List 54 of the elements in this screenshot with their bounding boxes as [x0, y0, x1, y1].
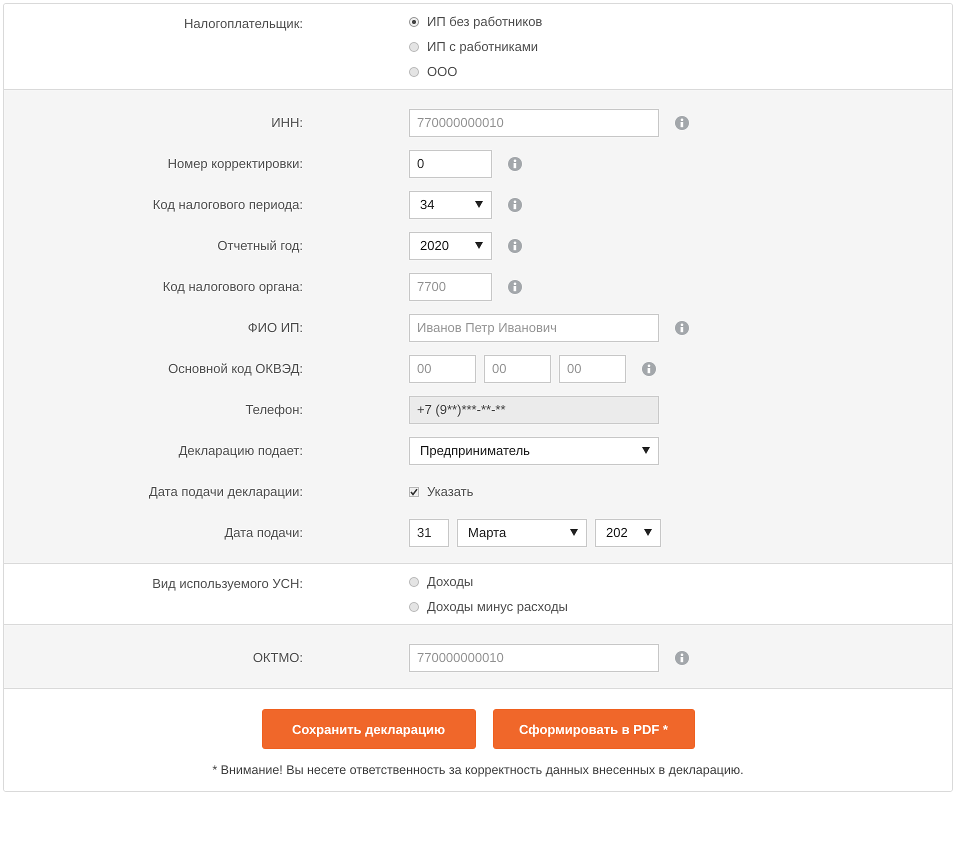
- field-label: Дата подачи декларации:: [148, 484, 303, 499]
- radio-label: ООО: [427, 64, 458, 79]
- info-icon[interactable]: [508, 198, 522, 212]
- text-field[interactable]: 00: [484, 354, 551, 382]
- radio-button[interactable]: [409, 602, 419, 612]
- field-label: Вид используемого УСН:: [151, 575, 303, 591]
- text-field[interactable]: 7700: [409, 272, 492, 300]
- radio-button[interactable]: [409, 42, 419, 52]
- text-field[interactable]: 00: [559, 354, 626, 382]
- dropdown[interactable]: Марта: [457, 518, 587, 546]
- field-label: Дата подачи:: [223, 525, 303, 540]
- info-icon[interactable]: [642, 362, 656, 376]
- info-icon[interactable]: [675, 650, 689, 664]
- field-label: Декларацию подает:: [178, 443, 303, 458]
- text-field[interactable]: 770000000010: [409, 644, 659, 672]
- caret-icon: [570, 529, 578, 536]
- radio-label: ИП с работниками: [427, 39, 538, 54]
- dropdown[interactable]: 202: [595, 518, 661, 546]
- field-label: Номер корректировки:: [166, 156, 303, 171]
- field-label: Код налогового органа:: [162, 279, 303, 294]
- radio-button[interactable]: [409, 66, 419, 76]
- field-label: Основной код ОКВЭД:: [167, 361, 303, 376]
- field-label: Код налогового периода:: [152, 197, 303, 212]
- field-label: Телефон:: [244, 402, 303, 417]
- info-icon[interactable]: [508, 280, 522, 294]
- field-label: ИНН:: [270, 115, 303, 130]
- info-icon[interactable]: [508, 238, 522, 252]
- disclaimer-note: * Внимание! Вы несете ответственность за корректность данных внесенных в декларацию.: [212, 763, 744, 777]
- text-field[interactable]: Иванов Петр Иванович: [409, 314, 659, 342]
- text-field[interactable]: 00: [409, 354, 476, 382]
- dropdown[interactable]: 2020: [409, 232, 492, 260]
- radio-button[interactable]: [409, 576, 419, 586]
- radio-label: Доходы: [427, 574, 474, 589]
- radio-label: ИП без работников: [427, 14, 542, 29]
- dropdown[interactable]: 34: [409, 190, 492, 218]
- radio-button[interactable]: [409, 16, 419, 26]
- info-icon[interactable]: [675, 320, 689, 334]
- text-field[interactable]: 31: [409, 518, 449, 546]
- caret-icon: [475, 201, 483, 208]
- caret-icon: [475, 242, 483, 249]
- field-label: Налогоплательщик:: [182, 15, 303, 31]
- radio-label: Доходы минус расходы: [427, 599, 568, 614]
- text-field[interactable]: 770000000010: [409, 108, 659, 136]
- info-icon[interactable]: [508, 156, 522, 170]
- field-label: ФИО ИП:: [246, 320, 303, 335]
- field-label: ОКТМО:: [252, 650, 303, 665]
- dropdown[interactable]: Предприниматель: [409, 436, 659, 464]
- checkbox-label: Указать: [427, 484, 474, 499]
- info-icon[interactable]: [675, 116, 689, 130]
- caret-icon: [642, 447, 650, 454]
- checkbox[interactable]: [409, 486, 419, 496]
- field-label: Отчетный год:: [216, 238, 303, 253]
- text-field[interactable]: 0: [409, 150, 492, 178]
- caret-icon: [644, 529, 652, 536]
